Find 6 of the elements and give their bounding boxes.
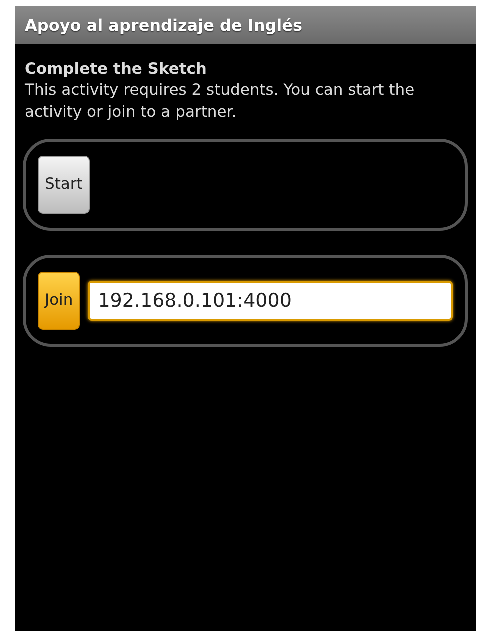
action-button[interactable]: Start	[38, 156, 90, 214]
address-field[interactable]: 192.168.0.101:4000	[88, 281, 453, 321]
action-button[interactable]: Join	[38, 272, 80, 330]
activity-heading: Complete the Sketch	[25, 59, 208, 79]
window-title: Apoyo al aprendizaje de Inglés	[15, 6, 476, 44]
activity-description: This activity requires 2 students. You can start the activity or join to a partner.	[25, 80, 416, 123]
